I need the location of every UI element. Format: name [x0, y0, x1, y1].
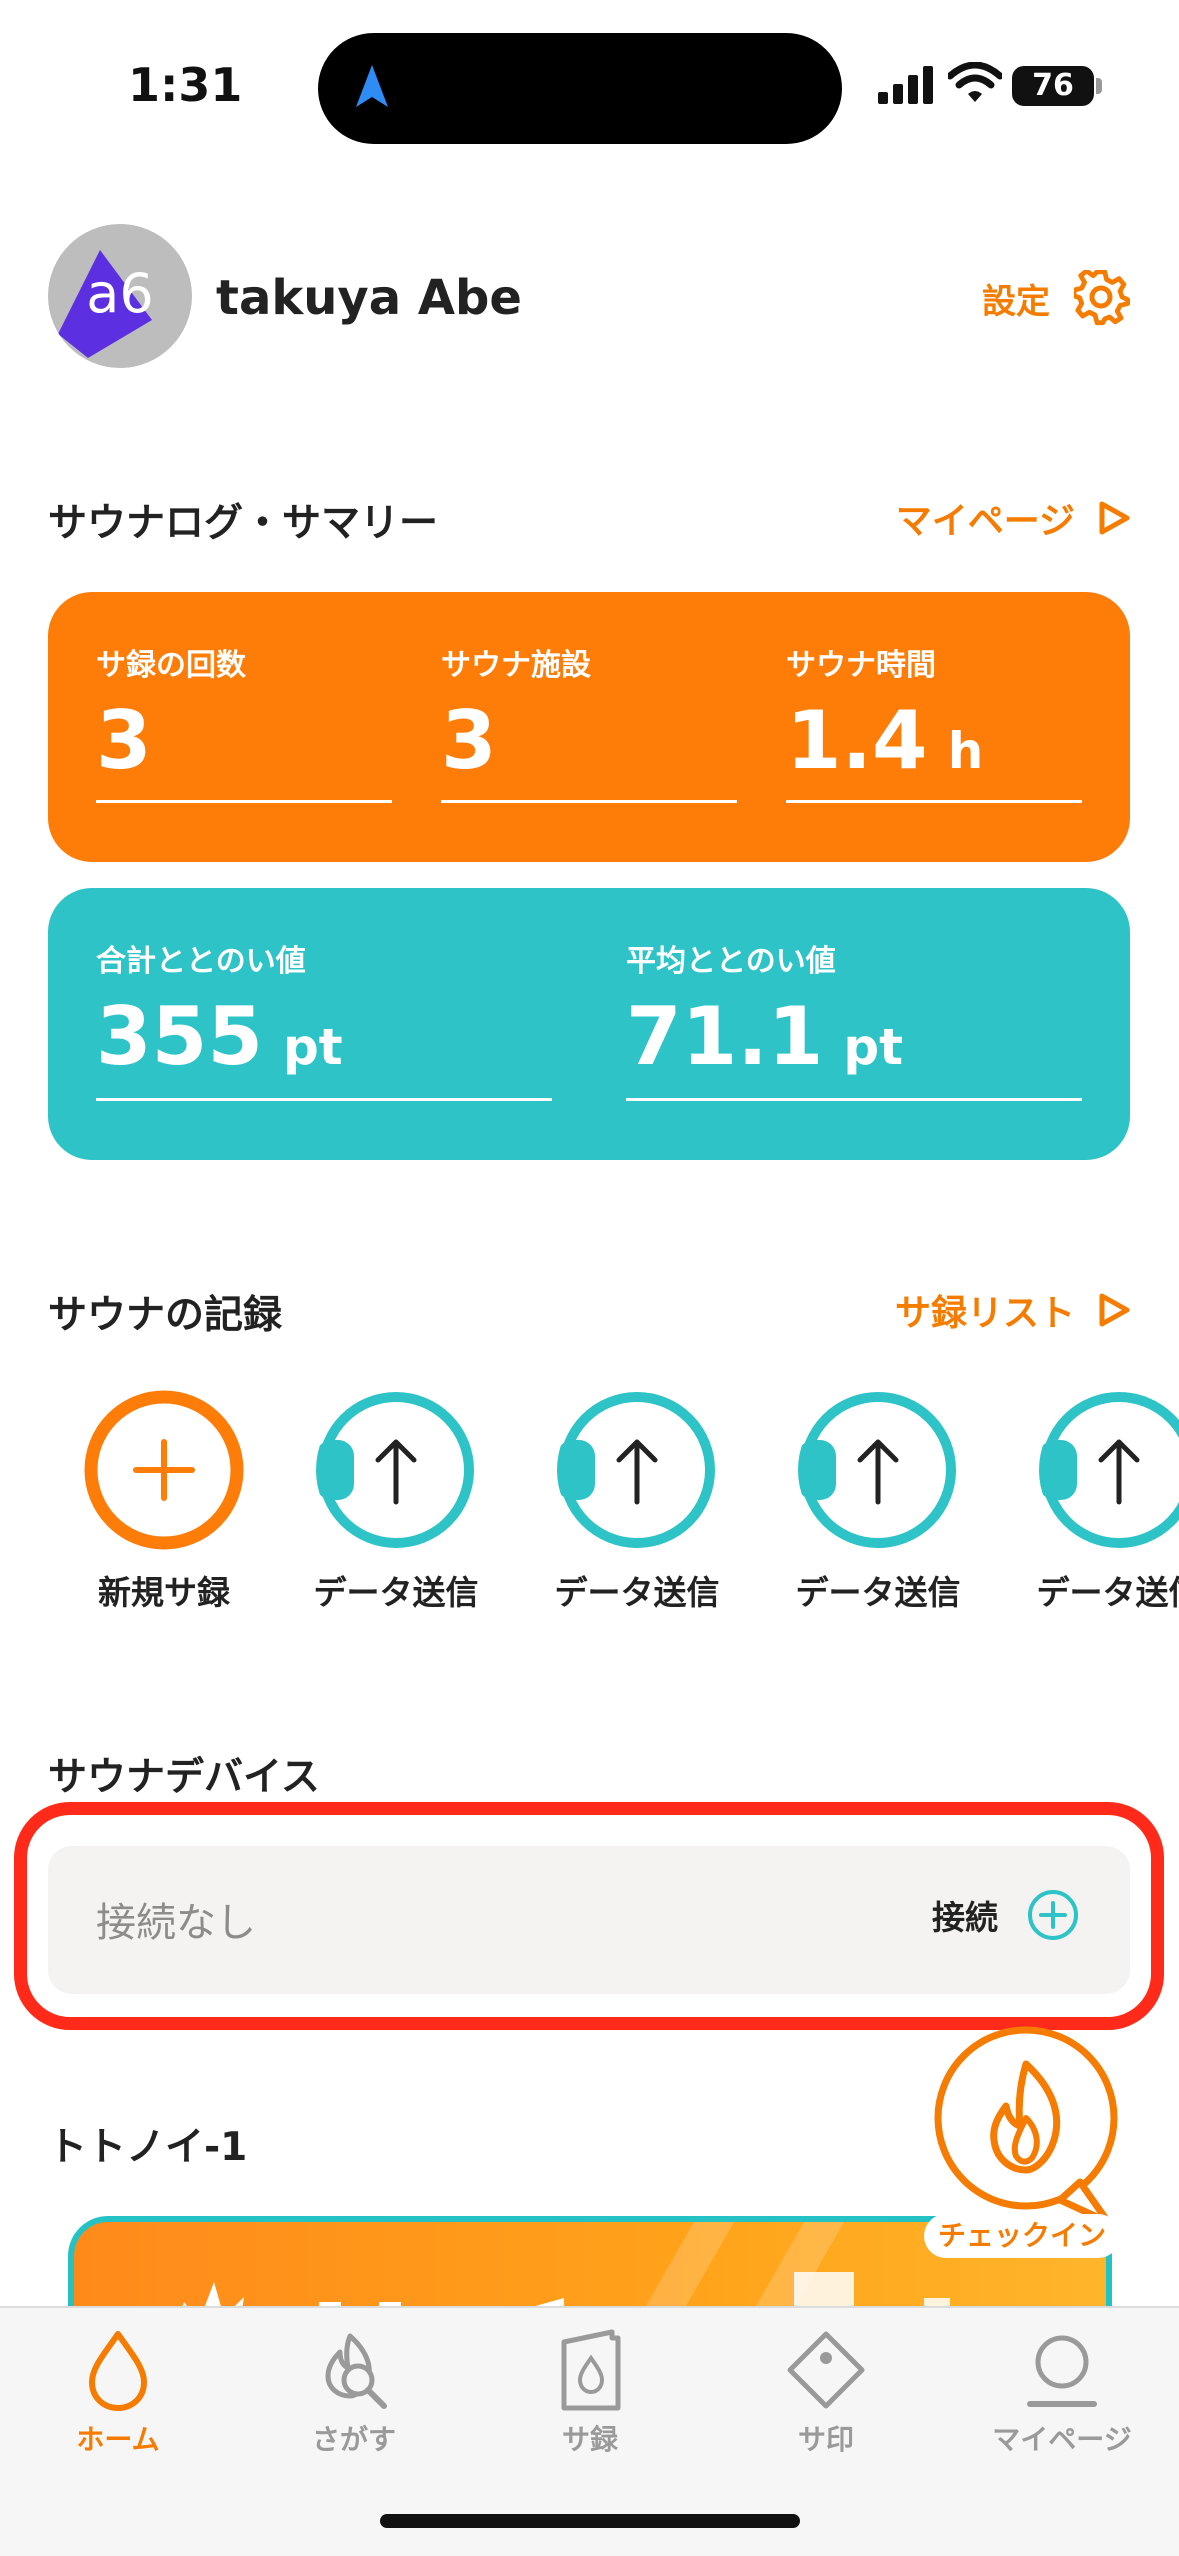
tab-stamp[interactable]: サ印	[708, 2328, 944, 2478]
record-label: データ送信	[554, 1573, 720, 1612]
upload-arrow-icon	[798, 1392, 956, 1548]
highlight-outline	[14, 1802, 1164, 2030]
records-list-link-label: サ録リスト	[894, 1293, 1075, 1334]
stat-value: 355 pt	[96, 990, 343, 1083]
tab-search[interactable]: さがす	[236, 2328, 472, 2478]
tab-mypage[interactable]: マイページ	[944, 2328, 1179, 2478]
totonoi-title: トトノイ-1	[48, 2125, 248, 2170]
record-label: データ送信	[795, 1573, 961, 1612]
upload-arrow-icon	[557, 1392, 715, 1548]
tab-home[interactable]: ホーム	[0, 2328, 236, 2478]
stat-label: サウナ施設	[441, 648, 591, 683]
tab-label: サ印	[797, 2423, 854, 2456]
stat-label: サウナ時間	[786, 648, 936, 683]
stat-underline	[441, 800, 737, 803]
summary-card-teal: 合計ととのい値 355 pt 平均ととのい値 71.1 pt	[48, 888, 1130, 1160]
play-triangle-icon	[1099, 501, 1130, 535]
stat-label: 平均ととのい値	[626, 944, 836, 979]
stat-sauna-time: サウナ時間 1.4 h	[786, 640, 1082, 840]
gear-icon	[1074, 270, 1130, 326]
data-send-button[interactable]: データ送信	[1019, 1380, 1179, 1620]
summary-card-orange: サ録の回数 3 サウナ施設 3 サウナ時間 1.4 h	[48, 592, 1130, 862]
user-name: takuya Abe	[216, 270, 522, 326]
flame-search-icon	[325, 2333, 387, 2409]
tab-label: マイページ	[992, 2423, 1132, 2456]
data-send-button[interactable]: データ送信	[778, 1380, 978, 1620]
data-send-button[interactable]: データ送信	[537, 1380, 737, 1620]
records-carousel[interactable]: 新規サ録 データ送信 データ送信 データ送信 データ送信	[0, 1380, 1179, 1620]
stat-record-count: サ録の回数 3	[96, 640, 392, 840]
mypage-link[interactable]: マイページ	[896, 492, 1131, 544]
avatar-shape-icon: a6	[58, 250, 154, 358]
person-icon	[1027, 2335, 1097, 2407]
stat-total-totonoi: 合計ととのい値 355 pt	[96, 936, 552, 1136]
stat-underline	[626, 1098, 1082, 1101]
stamp-icon	[787, 2331, 865, 2409]
device-title: サウナデバイス	[48, 1755, 320, 1800]
data-send-button[interactable]: データ送信	[296, 1380, 496, 1620]
tab-label: サ録	[561, 2423, 618, 2456]
new-record-button[interactable]: 新規サ録	[64, 1380, 264, 1620]
tab-records[interactable]: サ録	[472, 2328, 708, 2478]
wifi-icon	[948, 62, 1002, 102]
signal-icon	[878, 66, 933, 104]
records-title: サウナの記録	[48, 1293, 283, 1338]
status-time: 1:31	[128, 58, 243, 112]
stat-label: 合計ととのい値	[96, 944, 306, 979]
checkin-label[interactable]: チェックイン	[924, 2214, 1121, 2258]
stat-unit: h	[947, 722, 984, 780]
stat-value: 3	[96, 694, 152, 787]
stat-value: 71.1 pt	[626, 990, 904, 1083]
summary-title: サウナログ・サマリー	[48, 501, 439, 546]
records-list-link[interactable]: サ録リスト	[895, 1284, 1131, 1336]
upload-arrow-icon	[1039, 1392, 1179, 1548]
profile-header: a6 takuya Abe 設定	[48, 224, 1130, 370]
record-label: データ送信	[1036, 1573, 1179, 1612]
plus-circle-icon	[84, 1390, 244, 1550]
stat-facilities: サウナ施設 3	[441, 640, 737, 840]
stat-underline	[96, 800, 392, 803]
settings-button[interactable]: 設定	[982, 270, 1130, 326]
mypage-link-label: マイページ	[895, 501, 1075, 542]
stat-unit: pt	[283, 1018, 343, 1076]
stat-value: 1.4 h	[786, 694, 984, 787]
note-drop-icon	[561, 2329, 621, 2411]
record-label: データ送信	[313, 1573, 479, 1612]
home-indicator	[380, 2514, 800, 2528]
tab-label: さがす	[311, 2423, 396, 2456]
stat-unit: pt	[843, 1018, 904, 1076]
stat-underline	[96, 1098, 552, 1101]
battery-nub	[1096, 78, 1102, 94]
avatar-text: a6	[86, 262, 153, 325]
battery-indicator: 76	[1012, 66, 1094, 106]
settings-label: 設定	[982, 281, 1050, 322]
upload-arrow-icon	[316, 1392, 474, 1548]
avatar[interactable]: a6	[48, 224, 192, 368]
play-triangle-icon	[1099, 1293, 1130, 1327]
record-label: 新規サ録	[98, 1573, 230, 1612]
stat-average-totonoi: 平均ととのい値 71.1 pt	[626, 936, 1082, 1136]
stat-value: 3	[441, 694, 497, 787]
tab-label: ホーム	[76, 2423, 160, 2456]
drop-icon	[89, 2331, 147, 2411]
stat-label: サ録の回数	[96, 648, 246, 683]
status-bar: 1:31 76	[0, 0, 1179, 150]
stat-underline	[786, 800, 1082, 803]
dynamic-island	[318, 33, 842, 144]
location-arrow-icon	[356, 65, 388, 107]
